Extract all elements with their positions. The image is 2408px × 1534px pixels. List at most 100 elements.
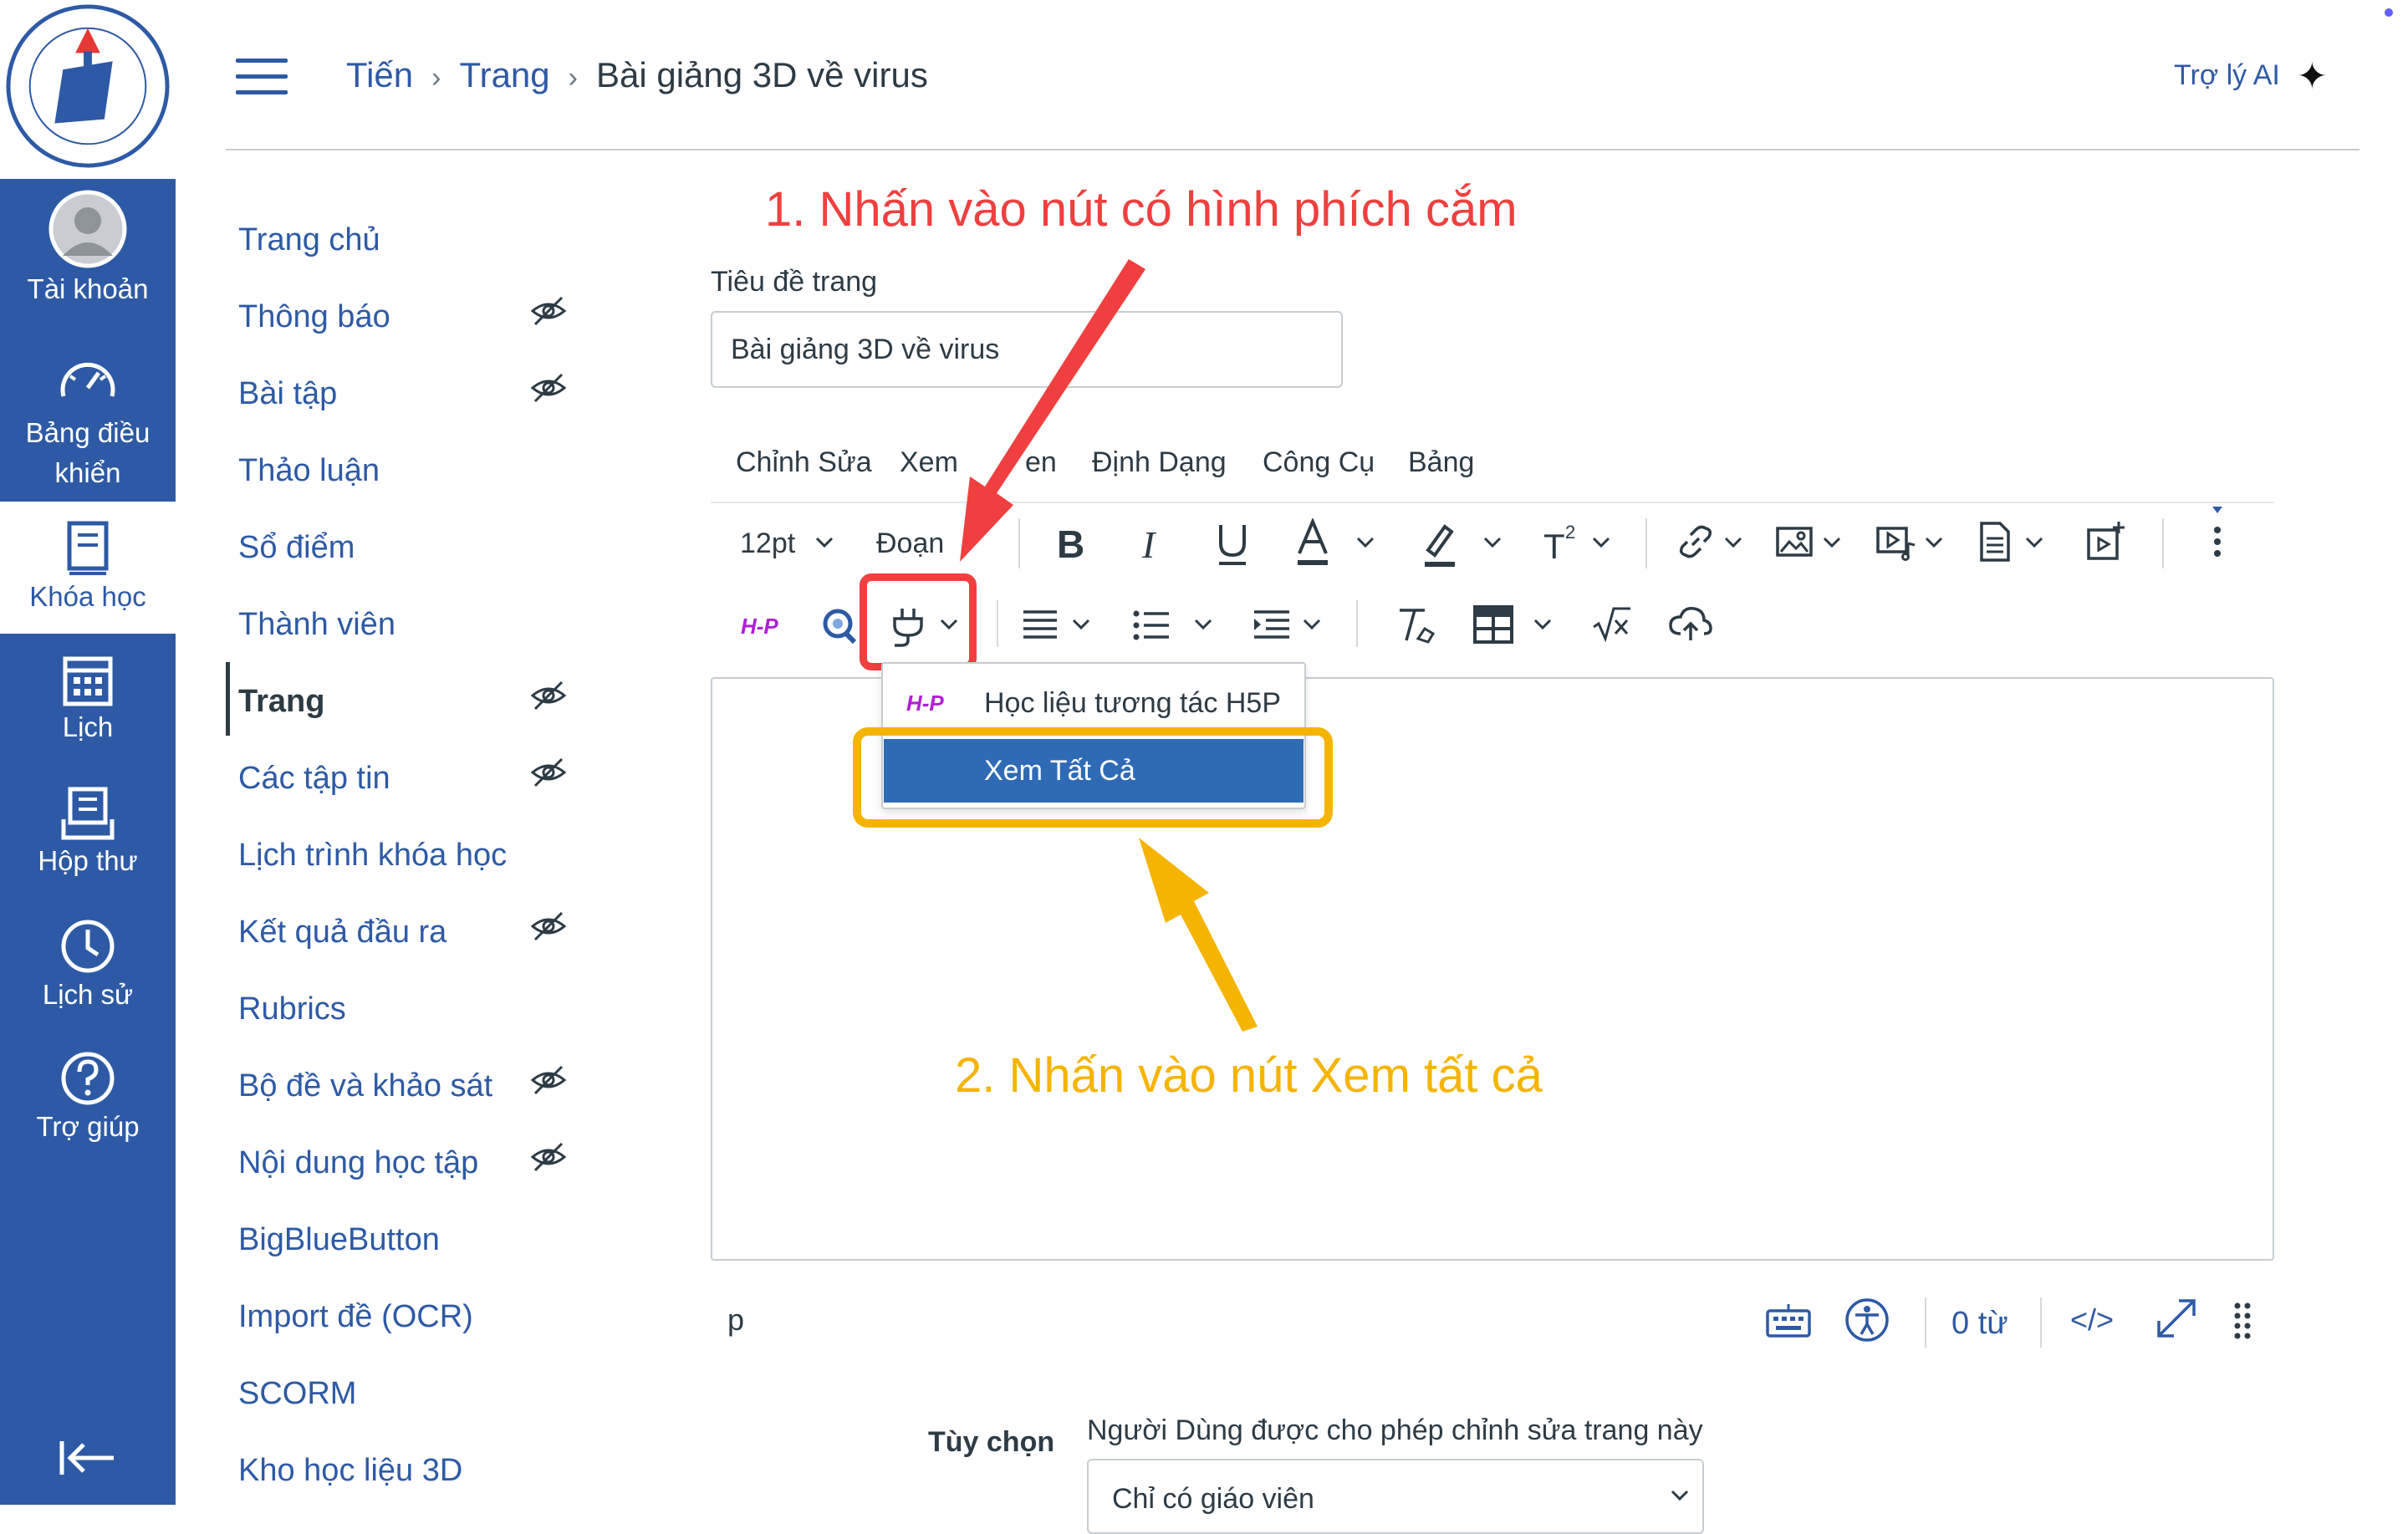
chevron-down-icon[interactable] [1592,537,1610,548]
eye-slash-icon [530,757,567,787]
collapse-nav-icon[interactable] [59,1438,117,1478]
course-nav-quizzes[interactable]: Bộ đề và khảo sát [238,1064,492,1108]
chevron-right-icon: › [431,62,441,94]
chevron-down-icon[interactable] [1823,537,1841,548]
word-count[interactable]: 0 từ [1951,1302,2008,1344]
global-nav-dashboard-label-1: Bảng điều [25,417,150,448]
chevron-down-icon[interactable] [1483,537,1502,548]
course-nav-grades[interactable]: Sổ điểm [238,526,355,569]
course-nav-import-ocr[interactable]: Import đề (OCR) [238,1295,473,1338]
menu-item-h5p[interactable]: Học liệu tương tác H5P [984,682,1281,724]
global-nav-account[interactable]: Tài khoản [0,189,176,344]
resize-handle-icon[interactable] [2232,1301,2252,1341]
clear-formatting-icon[interactable] [1396,605,1436,645]
course-menu-toggle[interactable] [236,59,288,95]
course-nav-bigbluebutton[interactable]: BigBlueButton [238,1218,440,1261]
course-nav-assignments[interactable]: Bài tập [238,372,337,415]
media-icon[interactable] [1875,522,1916,562]
chevron-down-icon [815,537,834,548]
highlight-color-icon[interactable] [1421,520,1458,568]
indent-icon[interactable] [1252,607,1291,644]
global-nav-inbox[interactable]: Hộp thư [0,786,176,911]
breadcrumb-course[interactable]: Tiến [346,55,413,94]
eye-slash-icon [530,1065,567,1095]
ai-assistant-button[interactable]: Trợ lý AI ✦ [2174,54,2328,99]
help-icon [61,1052,115,1105]
global-nav-history[interactable]: Lịch sử [0,918,176,1043]
keyboard-icon[interactable] [1766,1304,1811,1338]
global-nav-dashboard-label-2: khiển [54,457,121,488]
sparkle-icon: ✦ [2296,56,2328,98]
link-icon[interactable] [1676,522,1716,562]
global-nav-courses[interactable]: Khóa học [0,502,176,634]
options-label: Tùy chọn [928,1426,1055,1458]
h5p-icon: H-P [906,691,944,716]
more-options-icon[interactable] [2207,505,2227,563]
fullscreen-icon[interactable] [2154,1296,2199,1341]
course-nav-home[interactable]: Trang chủ [238,218,380,262]
table-icon[interactable] [1473,605,1513,644]
course-nav-files[interactable]: Các tập tin [238,757,390,800]
yellow-arrow-icon [1139,838,1258,1032]
chevron-down-icon[interactable] [1724,537,1742,548]
global-nav-courses-label: Khóa học [29,581,146,612]
course-nav-outcomes[interactable]: Kết quả đầu ra [238,910,446,954]
embed-icon[interactable] [2085,520,2125,563]
school-logo[interactable] [5,3,171,169]
course-nav-3d-library[interactable]: Kho học liệu 3D [238,1449,462,1492]
global-nav-calendar[interactable]: Lịch [0,652,176,777]
course-nav-syllabus[interactable]: Lịch trình khóa học [238,833,507,877]
font-size-select[interactable]: 12pt [740,522,795,564]
school-logo-box[interactable] [0,0,176,179]
page-title-label: Tiêu đề trang [711,266,878,298]
course-nav-people[interactable]: Thành viên [238,603,395,646]
inbox-icon [61,787,115,840]
chevron-down-icon [1671,1490,1689,1501]
eye-slash-icon [530,296,567,326]
eye-slash-icon [530,680,567,711]
bullet-list-icon[interactable] [1132,607,1171,644]
global-nav-help[interactable]: Trợ giúp [0,1050,176,1175]
toolbar-separator [1645,518,1647,568]
course-nav-announcements[interactable]: Thông báo [238,295,390,339]
clock-icon [61,920,115,973]
breadcrumb-pages[interactable]: Trang [459,55,549,94]
course-nav-scorm[interactable]: SCORM [238,1372,356,1415]
superscript-icon[interactable]: T2 [1542,520,1582,565]
annotation-step-2: 2. Nhấn vào nút Xem tất cả [955,1048,1543,1103]
menu-tools[interactable]: Công Cụ [1263,441,1375,483]
chevron-down-icon[interactable] [1533,619,1552,630]
align-icon[interactable] [1022,607,1059,644]
chevron-down-icon[interactable] [1072,619,1090,630]
equation-icon[interactable] [1592,605,1632,642]
course-nav-modules[interactable]: Nội dung học tập [238,1141,478,1185]
accessibility-icon[interactable] [1844,1297,1890,1343]
course-nav-pages[interactable]: Trang [238,680,324,723]
text-color-icon[interactable] [1294,518,1331,568]
html-editor-toggle[interactable]: </> [2070,1299,2114,1341]
breadcrumb-current: Bài giảng 3D về virus [595,55,928,94]
chevron-down-icon[interactable] [2025,537,2043,548]
ai-assistant-label: Trợ lý AI [2174,59,2280,91]
global-nav-dashboard[interactable]: Bảng điều khiển [0,346,176,500]
chevron-down-icon[interactable] [1925,537,1943,548]
document-icon[interactable] [1978,520,2012,563]
menu-edit[interactable]: Chỉnh Sửa [736,441,872,483]
h5p-button[interactable]: H-P [741,614,778,640]
cloud-upload-icon[interactable] [1669,605,1712,642]
menu-table[interactable]: Bảng [1408,441,1474,483]
chevron-down-icon[interactable] [1356,537,1375,548]
header-divider [226,149,2360,150]
course-nav-discussions[interactable]: Thảo luận [238,449,380,492]
element-path: p [727,1302,745,1337]
chevron-down-icon[interactable] [1194,619,1212,630]
block-format-select[interactable]: Đoạn [876,522,944,564]
options-edit-permission-label: Người Dùng được cho phép chỉnh sửa trang… [1087,1414,1703,1446]
quizizz-icon[interactable] [821,605,858,645]
global-nav-calendar-label: Lịch [62,711,114,742]
image-icon[interactable] [1774,522,1814,562]
chevron-down-icon[interactable] [1303,619,1321,630]
course-nav-rubrics[interactable]: Rubrics [238,987,346,1031]
underline-icon[interactable] [1214,520,1251,567]
annotation-plug-highlight [860,573,977,670]
